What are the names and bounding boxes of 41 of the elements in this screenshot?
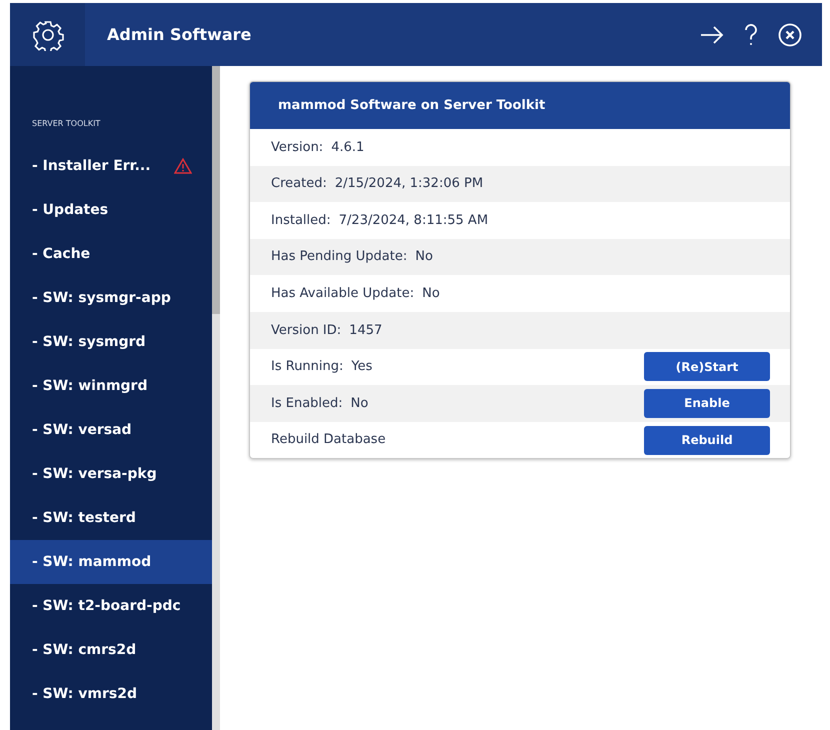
- sidebar-item[interactable]: - SW: sysmgrd: [10, 320, 212, 364]
- sidebar-item[interactable]: - Cache: [10, 232, 212, 276]
- sidebar-item[interactable]: - Installer Err...: [10, 144, 212, 188]
- sidebar-item[interactable]: - Updates: [10, 188, 212, 232]
- arrow-right-icon[interactable]: [700, 26, 724, 44]
- close-icon[interactable]: [778, 22, 802, 46]
- field-value: No: [415, 248, 433, 266]
- sidebar-item[interactable]: - SW: vmrs2d: [10, 672, 212, 716]
- sidebar-item[interactable]: - SW: mammod: [10, 540, 212, 584]
- action-button[interactable]: (Re)Start: [644, 352, 770, 382]
- field-value: Yes: [351, 358, 372, 376]
- panel-title: mammod Software on Server Toolkit: [250, 82, 790, 129]
- field-label: Is Enabled:: [271, 394, 343, 413]
- app-title: Admin Software: [107, 24, 252, 46]
- field-value: No: [350, 394, 368, 413]
- field-label: Rebuild Database: [271, 431, 386, 450]
- sidebar-item[interactable]: - SW: cmrs2d: [10, 628, 212, 672]
- field-label: Has Pending Update:: [271, 248, 408, 266]
- action-button[interactable]: Rebuild: [644, 426, 770, 455]
- field-label: Version ID:: [271, 322, 342, 340]
- field-label: Created:: [271, 175, 327, 194]
- help-icon[interactable]: [744, 24, 758, 46]
- field-value: 2/15/2024, 1:32:06 PM: [334, 175, 484, 194]
- sidebar-item[interactable]: - SW: versa-pkg: [10, 452, 212, 496]
- sidebar-item[interactable]: - SW: sysmgr-app: [10, 276, 212, 320]
- sidebar-item[interactable]: - SW: winmgrd: [10, 364, 212, 408]
- field-value: 7/23/2024, 8:11:55 AM: [338, 212, 488, 230]
- settings-icon[interactable]: [32, 18, 64, 50]
- scrollbar[interactable]: [212, 66, 220, 730]
- field-label: Has Available Update:: [271, 284, 414, 303]
- sidebar-item[interactable]: - SW: versad: [10, 408, 212, 452]
- field-label: Is Running:: [271, 358, 344, 376]
- field-value: No: [422, 284, 440, 303]
- field-label: Version:: [271, 138, 324, 157]
- field-value: 4.6.1: [331, 138, 364, 157]
- action-button[interactable]: Enable: [644, 388, 770, 418]
- field-label: Installed:: [271, 212, 331, 230]
- field-value: 1457: [349, 322, 382, 340]
- section-label: SERVER TOOLKIT: [32, 118, 102, 130]
- sidebar-item[interactable]: - SW: t2-board-pdc: [10, 584, 212, 628]
- sidebar-item[interactable]: - SW: testerd: [10, 496, 212, 540]
